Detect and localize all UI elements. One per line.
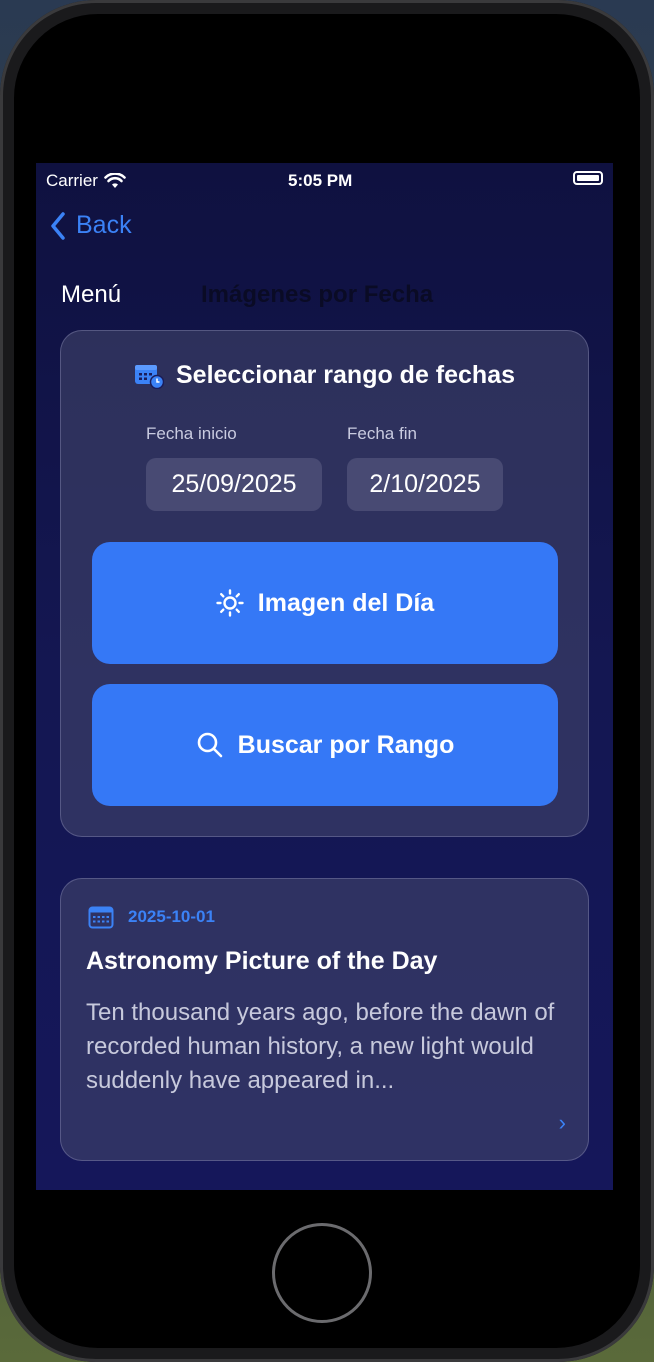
chevron-right-icon: › [558, 1110, 566, 1135]
apod-date-row: 2025-10-01 [88, 905, 215, 929]
apod-date: 2025-10-01 [128, 907, 215, 926]
calendar-icon [88, 906, 114, 929]
date-range-header: Seleccionar rango de fechas [61, 361, 588, 390]
back-label: Back [76, 211, 132, 239]
status-bar: Carrier 5:05 PM [36, 163, 613, 197]
apod-card[interactable]: 2025-10-01 Astronomy Picture of the Day … [60, 878, 589, 1161]
image-of-day-label: Imagen del Día [257, 588, 435, 617]
date-range-card: Seleccionar rango de fechas Fecha inicio… [60, 330, 589, 837]
carrier-label: Carrier [46, 171, 98, 190]
search-icon [197, 732, 222, 758]
end-date-label: Fecha fin [347, 424, 417, 443]
start-date-label: Fecha inicio [146, 424, 237, 443]
page-title: Imágenes por Fecha [201, 281, 434, 308]
calendar-clock-icon [134, 364, 164, 389]
carrier: Carrier [46, 171, 126, 191]
back-button[interactable]: Back [50, 211, 132, 240]
home-button[interactable] [272, 1223, 372, 1323]
chevron-left-icon [51, 211, 65, 240]
sun-icon [216, 589, 244, 617]
battery-icon [573, 171, 603, 185]
apod-description: Ten thousand years ago, before the dawn … [86, 999, 555, 1094]
device-frame: Carrier 5:05 PM Back Menú Imágenes por F… [0, 0, 654, 1362]
app-screen: Carrier 5:05 PM Back Menú Imágenes por F… [36, 163, 613, 1190]
search-range-label: Buscar por Rango [237, 730, 455, 759]
search-range-button[interactable]: Buscar por Rango [92, 684, 558, 806]
apod-title: Astronomy Picture of the Day [86, 947, 438, 975]
image-of-day-button[interactable]: Imagen del Día [92, 542, 558, 664]
wifi-icon [104, 173, 126, 188]
status-time: 5:05 PM [288, 171, 353, 190]
start-date-picker[interactable]: 25/09/2025 [146, 458, 322, 511]
end-date-picker[interactable]: 2/10/2025 [347, 458, 503, 511]
menu-title: Menú [61, 281, 122, 308]
date-range-title: Seleccionar rango de fechas [175, 361, 516, 389]
